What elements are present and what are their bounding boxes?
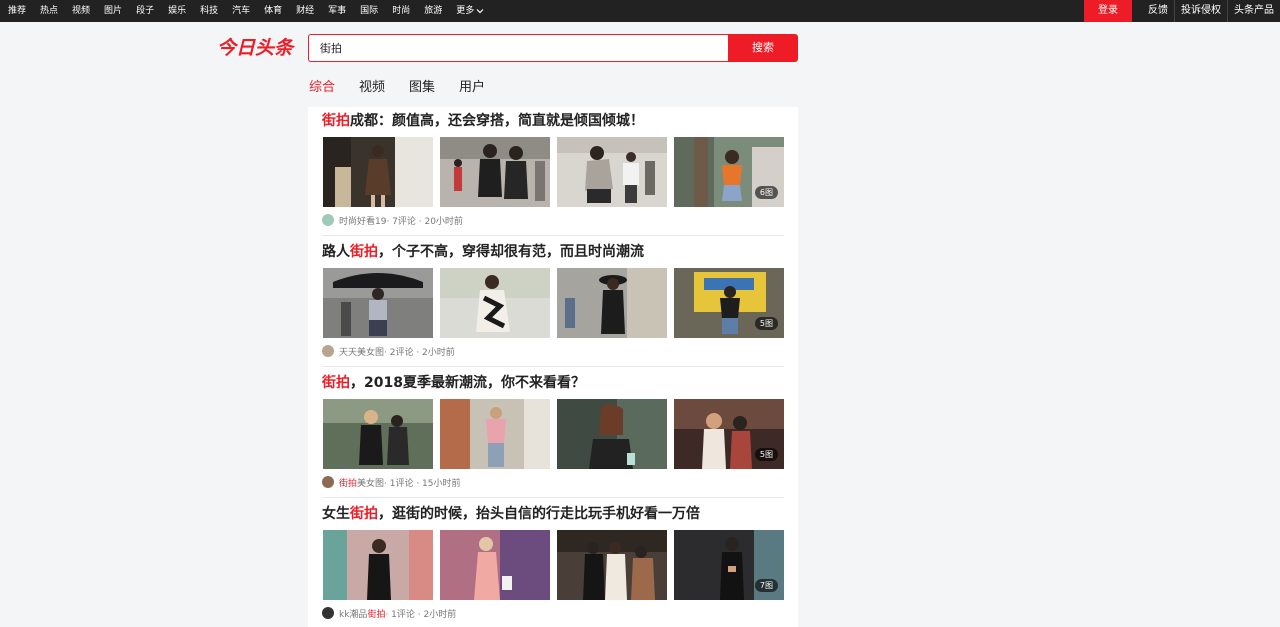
avatar[interactable]	[322, 214, 334, 226]
nav-item-finance[interactable]: 财经	[296, 0, 314, 22]
nav-item-international[interactable]: 国际	[360, 0, 378, 22]
thumbnail-image[interactable]	[440, 530, 550, 600]
nav-item-entertainment[interactable]: 娱乐	[168, 0, 186, 22]
author-name-highlight[interactable]: 街拍	[339, 476, 357, 489]
search-input[interactable]	[309, 35, 728, 61]
meta-stats: · 2评论 · 2小时前	[384, 347, 455, 358]
feedback-link[interactable]: 反馈	[1142, 0, 1174, 22]
result-tabs: 综合 视频 图集 用户	[309, 78, 509, 98]
thumbnail-image[interactable]: 5图	[674, 399, 784, 469]
title-highlight: 街拍	[322, 375, 350, 391]
avatar[interactable]	[322, 476, 334, 488]
nav-more-label: 更多	[456, 6, 475, 16]
top-right-actions: 登录 反馈 投诉侵权 头条产品	[1084, 0, 1280, 22]
nav-item-military[interactable]: 军事	[328, 0, 346, 22]
nav-item-travel[interactable]: 旅游	[424, 0, 442, 22]
image-count-badge: 6图	[754, 186, 778, 199]
image-count-badge: 5图	[754, 448, 778, 461]
article-title[interactable]: 街拍，2018夏季最新潮流，你不来看看？	[322, 373, 585, 393]
image-count-badge: 7图	[754, 579, 778, 592]
tab-users[interactable]: 用户	[459, 78, 485, 98]
article-title[interactable]: 路人街拍，个子不高，穿得却很有范，而且时尚潮流	[322, 242, 644, 262]
title-text: 女生	[322, 506, 350, 522]
divider	[322, 497, 784, 498]
nav-item-hot[interactable]: 热点	[40, 0, 58, 22]
nav-item-auto[interactable]: 汽车	[232, 0, 250, 22]
title-text: ，个子不高，穿得却很有范，而且时尚潮流	[378, 244, 644, 260]
nav-item-more[interactable]: 更多	[456, 0, 484, 22]
search-box	[308, 34, 728, 62]
top-bar: 推荐 热点 视频 图片 段子 娱乐 科技 汽车 体育 财经 军事 国际 时尚 旅…	[0, 0, 1280, 22]
article-meta: 天天美女图 · 2评论 · 2小时前	[322, 344, 455, 358]
login-button[interactable]: 登录	[1084, 0, 1132, 22]
title-highlight: 街拍	[322, 113, 350, 129]
avatar[interactable]	[322, 607, 334, 619]
title-highlight: 街拍	[350, 244, 378, 260]
tab-all[interactable]: 综合	[309, 78, 335, 98]
article-meta: 街拍 美女图 · 1评论 · 15小时前	[322, 475, 461, 489]
image-count-badge: 5图	[754, 317, 778, 330]
meta-stats: · 1评论 · 2小时前	[385, 609, 457, 620]
toutiao-logo[interactable]: 今日头条	[217, 34, 297, 60]
channel-nav: 推荐 热点 视频 图片 段子 娱乐 科技 汽车 体育 财经 军事 国际 时尚 旅…	[0, 0, 498, 22]
thumbnail-image[interactable]	[557, 137, 667, 207]
divider	[322, 366, 784, 367]
thumbnail-image[interactable]	[557, 399, 667, 469]
nav-item-recommend[interactable]: 推荐	[8, 0, 26, 22]
title-text: 路人	[322, 244, 350, 260]
thumbnail-image[interactable]	[440, 137, 550, 207]
thumbnail-image[interactable]	[557, 268, 667, 338]
chevron-down-icon	[476, 9, 484, 14]
search-button[interactable]: 搜索	[728, 34, 798, 62]
author-name[interactable]: 时尚好看19	[339, 214, 386, 227]
tab-video[interactable]: 视频	[359, 78, 385, 98]
thumbnail-row: 7图	[323, 530, 784, 600]
search-results: 街拍成都：颜值高，还会穿搭，简直就是倾国倾城！ 6图 时尚好看19 · 7评论 …	[308, 107, 798, 627]
article-meta: kk潮品 街拍 · 1评论 · 2小时前	[322, 606, 456, 620]
article-meta: 时尚好看19 · 7评论 · 20小时前	[322, 213, 463, 227]
nav-item-sports[interactable]: 体育	[264, 0, 282, 22]
nav-item-jokes[interactable]: 段子	[136, 0, 154, 22]
title-text: 成都：颜值高，还会穿搭，简直就是倾国倾城！	[350, 113, 644, 129]
avatar[interactable]	[322, 345, 334, 357]
thumbnail-image[interactable]: 5图	[674, 268, 784, 338]
divider	[322, 235, 784, 236]
complaint-link[interactable]: 投诉侵权	[1174, 0, 1227, 22]
thumbnail-image[interactable]	[557, 530, 667, 600]
article-title[interactable]: 女生街拍，逛街的时候，抬头自信的行走比玩手机好看一万倍	[322, 504, 700, 524]
tab-gallery[interactable]: 图集	[409, 78, 435, 98]
nav-item-fashion[interactable]: 时尚	[392, 0, 410, 22]
products-link[interactable]: 头条产品	[1227, 0, 1280, 22]
title-text: ，2018夏季最新潮流，你不来看看？	[350, 375, 585, 391]
thumbnail-image[interactable]	[440, 268, 550, 338]
thumbnail-row: 5图	[323, 268, 784, 338]
nav-item-tech[interactable]: 科技	[200, 0, 218, 22]
author-name[interactable]: kk潮品	[339, 607, 367, 620]
thumbnail-image[interactable]	[440, 399, 550, 469]
title-text: ，逛街的时候，抬头自信的行走比玩手机好看一万倍	[378, 506, 700, 522]
author-name-highlight[interactable]: 街拍	[367, 607, 385, 620]
svg-text:今日头条: 今日头条	[217, 37, 296, 59]
thumbnail-row: 5图	[323, 399, 784, 469]
thumbnail-image[interactable]: 7图	[674, 530, 784, 600]
meta-stats: · 1评论 · 15小时前	[384, 478, 461, 489]
title-highlight: 街拍	[350, 506, 378, 522]
article-title[interactable]: 街拍成都：颜值高，还会穿搭，简直就是倾国倾城！	[322, 111, 644, 131]
thumbnail-image[interactable]	[323, 268, 433, 338]
author-name[interactable]: 天天美女图	[339, 345, 384, 358]
author-name[interactable]: 美女图	[357, 476, 384, 489]
thumbnail-image[interactable]: 6图	[674, 137, 784, 207]
nav-item-images[interactable]: 图片	[104, 0, 122, 22]
thumbnail-image[interactable]	[323, 530, 433, 600]
meta-stats: · 7评论 · 20小时前	[386, 216, 463, 227]
nav-item-video[interactable]: 视频	[72, 0, 90, 22]
thumbnail-image[interactable]	[323, 399, 433, 469]
thumbnail-image[interactable]	[323, 137, 433, 207]
thumbnail-row: 6图	[323, 137, 784, 207]
